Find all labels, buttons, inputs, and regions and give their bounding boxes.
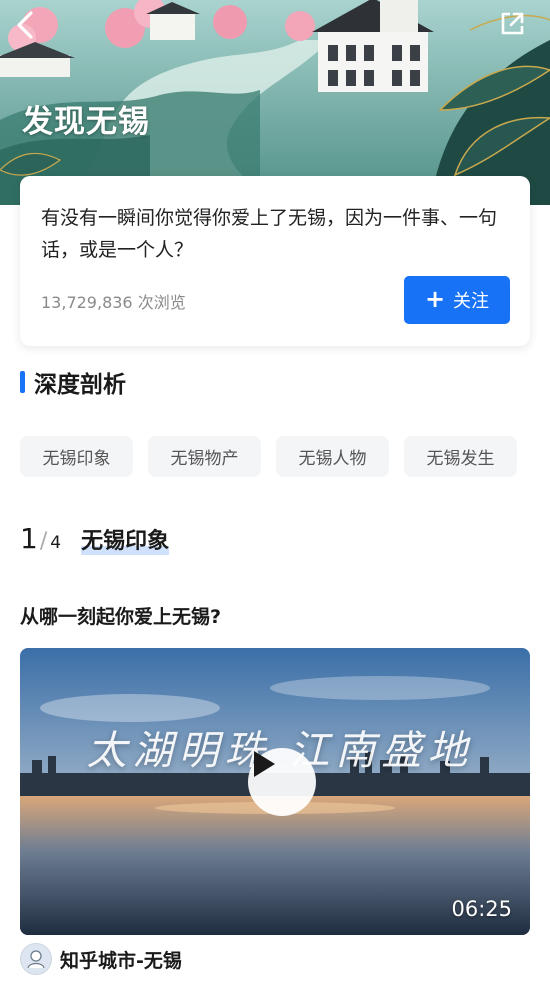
share-external-icon: [501, 12, 524, 35]
author-name: 知乎城市-无锡: [60, 949, 182, 972]
counter-current: 1: [20, 522, 38, 555]
section-accent-bar: [20, 371, 25, 393]
video-duration: 06:25: [451, 897, 512, 921]
tab-people[interactable]: 无锡人物: [276, 436, 389, 477]
question-card: 有没有一瞬间你觉得你爱上了无锡，因为一件事、一句话，或是一个人？ 13,729,…: [20, 176, 530, 346]
follow-button[interactable]: + 关注: [404, 276, 510, 324]
video-player[interactable]: 太湖明珠 江南盛地 06:25: [20, 648, 530, 935]
question-text[interactable]: 有没有一瞬间你觉得你爱上了无锡，因为一件事、一句话，或是一个人？: [41, 202, 511, 266]
play-button[interactable]: [248, 748, 316, 816]
hero-banner: 发现无锡: [0, 0, 550, 205]
back-button[interactable]: [14, 10, 54, 50]
counter-total: 4: [50, 533, 62, 553]
topic-tabs: 无锡印象 无锡物产 无锡人物 无锡发生: [20, 436, 517, 477]
carousel-counter: 1 / 4 无锡印象: [20, 522, 170, 555]
page-title: 发现无锡: [22, 104, 150, 140]
tab-impression[interactable]: 无锡印象: [20, 436, 133, 477]
back-arrow-icon: [17, 11, 33, 39]
counter-separator: /: [39, 529, 48, 554]
tab-events[interactable]: 无锡发生: [404, 436, 517, 477]
view-count: 13,729,836 次浏览: [41, 293, 186, 312]
tab-products[interactable]: 无锡物产: [148, 436, 261, 477]
plus-icon: +: [424, 285, 446, 313]
author-row[interactable]: 知乎城市-无锡: [20, 943, 182, 975]
section-heading: 深度剖析: [20, 365, 126, 399]
play-icon: [254, 751, 275, 777]
share-button[interactable]: [498, 10, 538, 50]
follow-label: 关注: [453, 291, 490, 312]
avatar-icon: [20, 943, 52, 975]
section-title: 深度剖析: [34, 372, 126, 398]
carousel-title: 无锡印象: [81, 523, 170, 555]
video-question-title[interactable]: 从哪一刻起你爱上无锡?: [20, 602, 221, 629]
